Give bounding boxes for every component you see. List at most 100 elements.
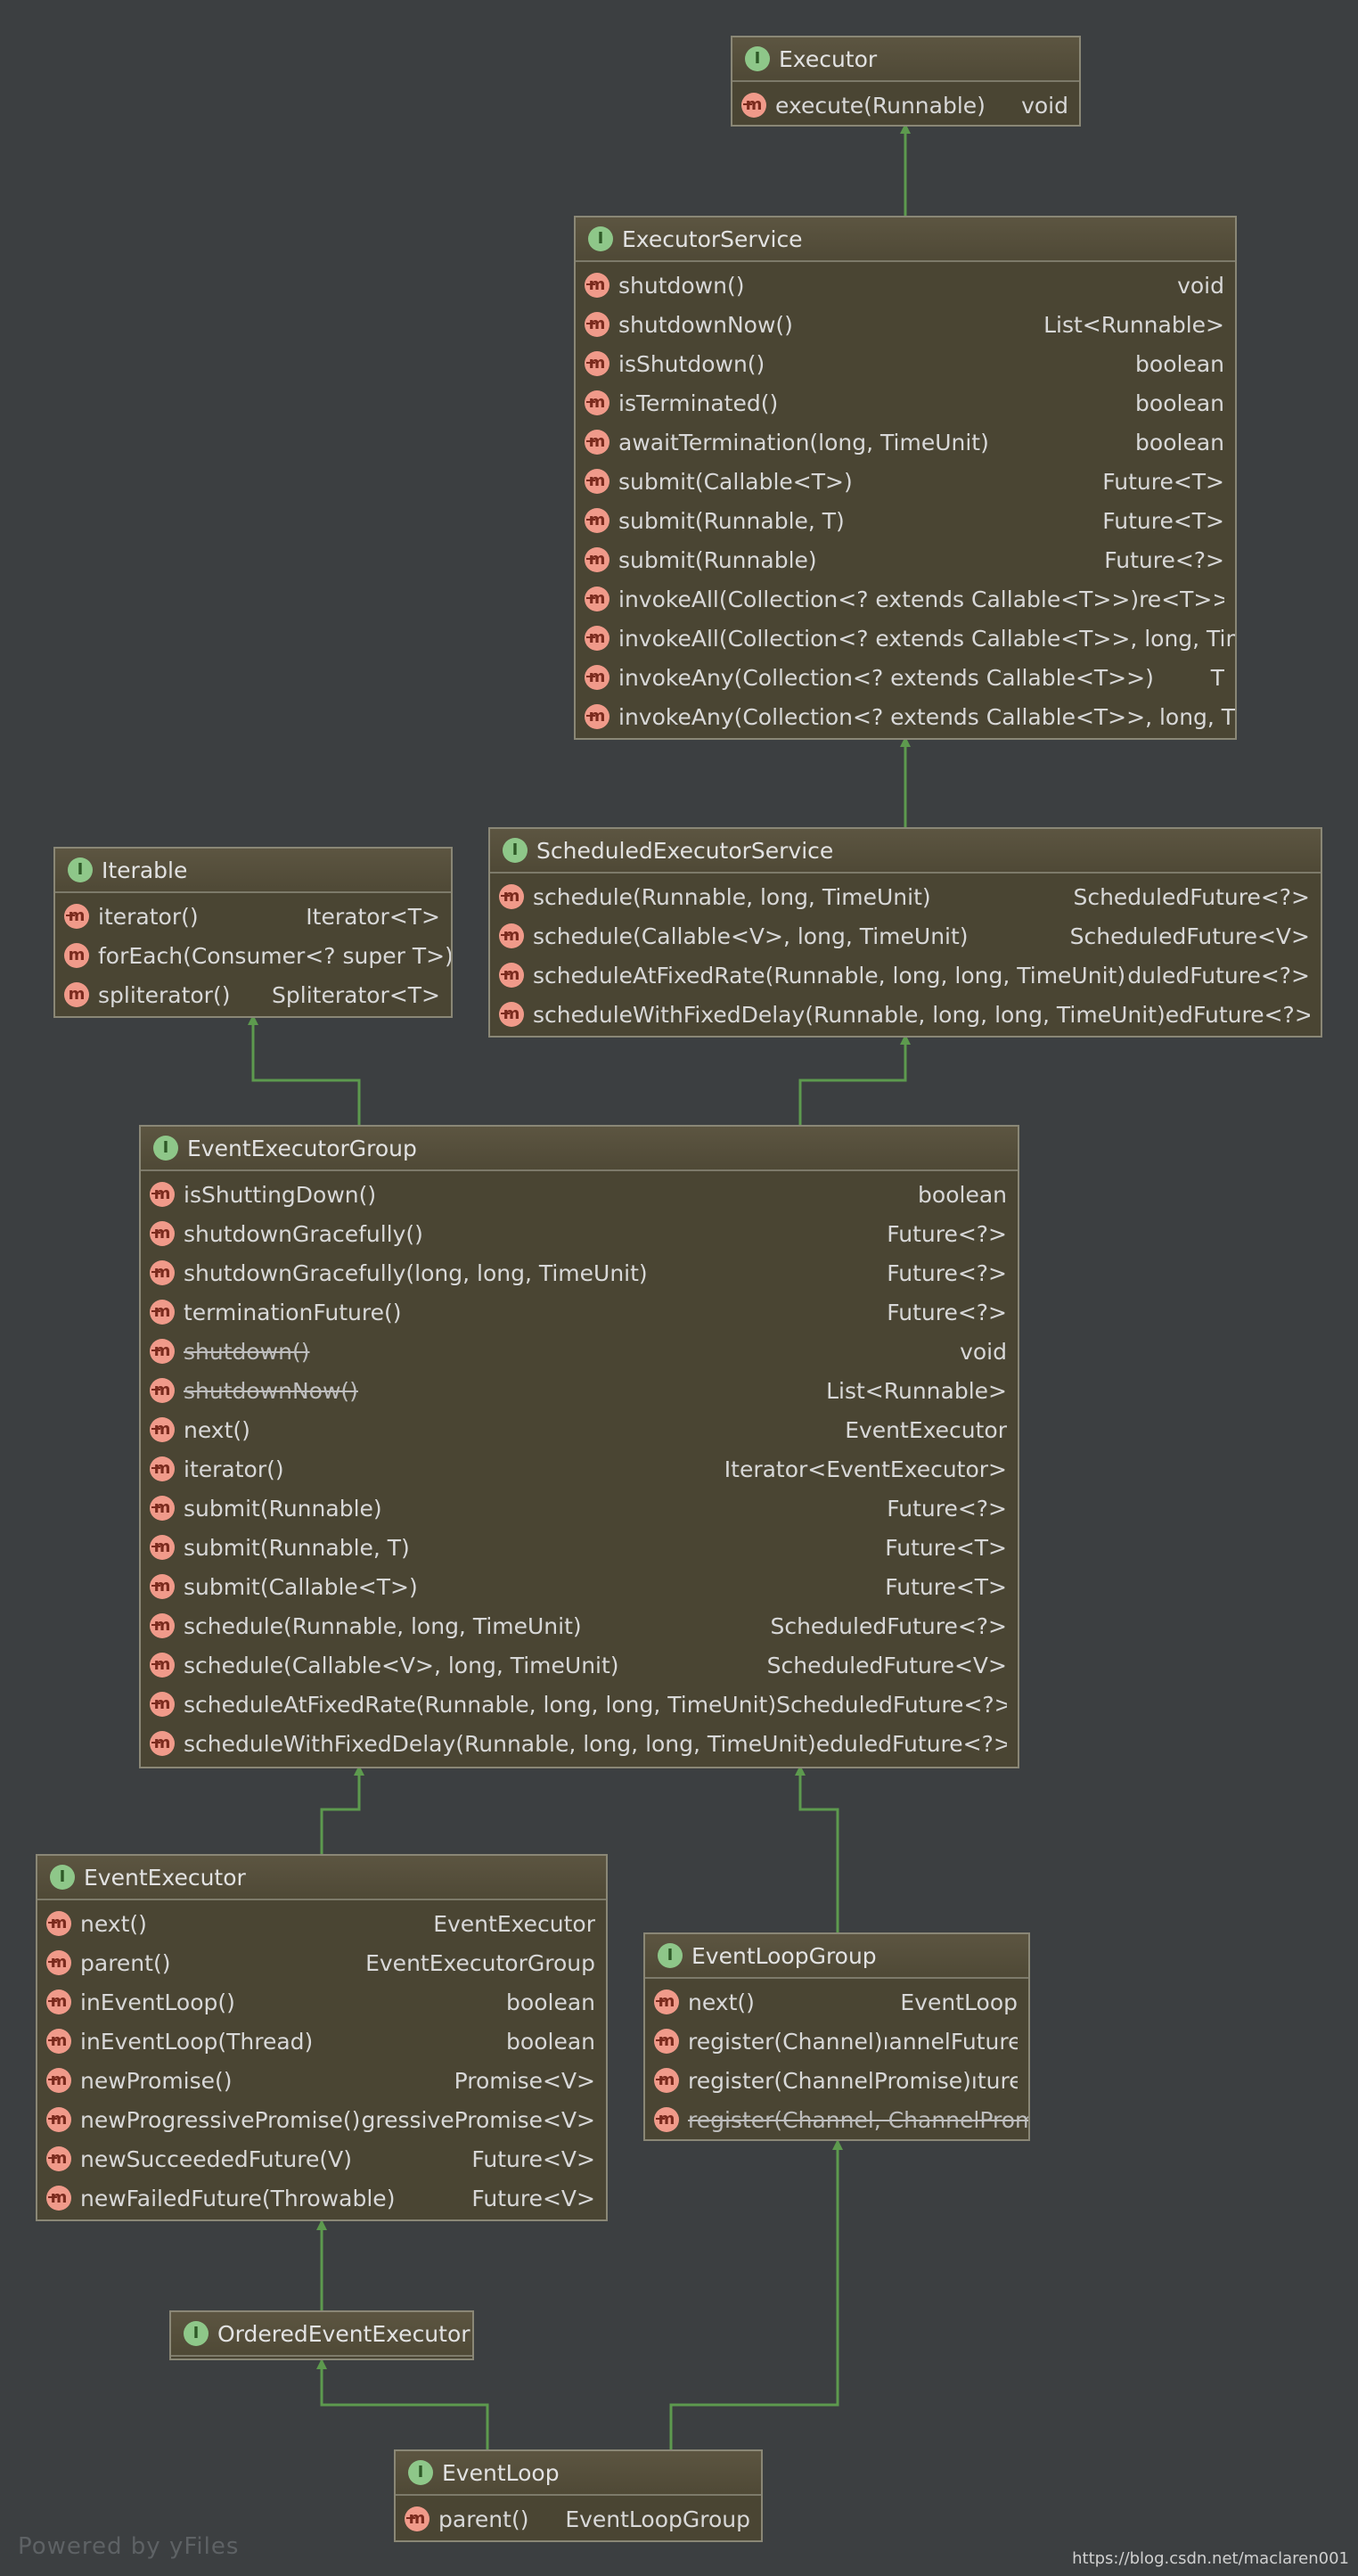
edge-eventexecutor-to-eventexecutorgroup — [320, 1765, 364, 1854]
method-row[interactable]: m isTerminated() boolean — [576, 383, 1235, 422]
method-row[interactable]: m next() EventExecutor — [37, 1904, 606, 1943]
node-title: EventLoop — [442, 2459, 560, 2486]
method-row[interactable]: m schedule(Callable<V>, long, TimeUnit) Sc… — [141, 1645, 1018, 1685]
method-return-type: T — [1210, 664, 1224, 691]
method-row[interactable]: m shutdown() void — [576, 266, 1235, 305]
method-row[interactable]: m inEventLoop() boolean — [37, 1982, 606, 2022]
method-row[interactable]: m scheduleAtFixedRate(Runnable, long, lon… — [141, 1685, 1018, 1724]
method-row[interactable]: m next() EventExecutor — [141, 1410, 1018, 1449]
method-row[interactable]: m next() EventLoop — [645, 1982, 1028, 2022]
method-return-type: re<T>> — [1139, 586, 1224, 612]
abstract-method-icon: m — [46, 2107, 71, 2132]
method-row[interactable]: m submit(Callable<T>) Future<T> — [141, 1567, 1018, 1606]
method-row[interactable]: m newPromise() Promise<V> — [37, 2061, 606, 2100]
method-name: execute(Runnable) — [775, 92, 986, 119]
method-row[interactable]: m shutdownGracefully(long, long, TimeUnit… — [141, 1253, 1018, 1292]
method-return-type: Future<?> — [887, 1259, 1007, 1286]
method-row[interactable]: m scheduleWithFixedDelay(Runnable, long, … — [490, 995, 1321, 1034]
method-row[interactable]: m shutdown() void — [141, 1332, 1018, 1371]
method-row[interactable]: m iterator() Iterator<T> — [55, 897, 451, 936]
method-row[interactable]: m submit(Runnable) Future<?> — [576, 540, 1235, 579]
method-row[interactable]: m newFailedFuture(Throwable) Future<V> — [37, 2178, 606, 2218]
method-row[interactable]: m invokeAll(Collection<? extends Callable… — [576, 579, 1235, 619]
method-row[interactable]: m newProgressivePromise() gressivePromise<… — [37, 2100, 606, 2139]
method-name: shutdown() — [618, 272, 745, 299]
method-row[interactable]: m invokeAll(Collection<? extends Callable… — [576, 619, 1235, 658]
method-return-type: void — [1177, 272, 1224, 299]
method-row[interactable]: m execute(Runnable) void — [732, 86, 1079, 125]
method-name: next() — [184, 1416, 250, 1443]
method-row[interactable]: m isShutdown() boolean — [576, 344, 1235, 383]
method-row[interactable]: m spliterator() Spliterator<T> — [55, 975, 451, 1014]
method-name: invokeAll(Collection<? extends Callable<… — [618, 586, 1140, 612]
abstract-method-icon: m — [585, 547, 609, 572]
method-row[interactable]: m submit(Callable<T>) Future<T> — [576, 462, 1235, 501]
abstract-method-icon: m — [46, 2068, 71, 2093]
method-row[interactable]: m newSucceededFuture(V) Future<V> — [37, 2139, 606, 2178]
node-executor[interactable]: I Executor m execute(Runnable) void — [731, 36, 1081, 127]
interface-icon: I — [503, 838, 528, 863]
method-row[interactable]: m shutdownGracefully() Future<?> — [141, 1214, 1018, 1253]
method-return-type: EventLoopGroup — [565, 2506, 750, 2532]
method-row[interactable]: m inEventLoop(Thread) boolean — [37, 2022, 606, 2061]
method-return-type: boolean — [506, 2028, 595, 2055]
method-row[interactable]: m submit(Runnable, T) Future<T> — [141, 1528, 1018, 1567]
method-row[interactable]: m invokeAny(Collection<? extends Callable… — [576, 658, 1235, 697]
method-return-type: gressivePromise<V> — [361, 2106, 595, 2133]
method-return-type: boolean — [918, 1181, 1007, 1208]
method-row[interactable]: m submit(Runnable, T) Future<T> — [576, 501, 1235, 540]
interface-icon: I — [408, 2460, 433, 2485]
method-row[interactable]: m submit(Runnable) Future<?> — [141, 1489, 1018, 1528]
abstract-method-icon: m — [585, 587, 609, 611]
method-row[interactable]: m register(Channel, ChannelProm — [645, 2100, 1028, 2139]
abstract-method-icon: m — [46, 2146, 71, 2171]
method-return-type: Iterator<T> — [306, 903, 440, 930]
abstract-method-icon: m — [150, 1574, 175, 1599]
method-row[interactable]: m scheduleWithFixedDelay(Runnable, long, … — [141, 1724, 1018, 1763]
abstract-method-icon: m — [150, 1182, 175, 1207]
node-event-loop-group[interactable]: I EventLoopGroup m next() EventLoop m register… — [643, 1932, 1030, 2141]
method-row[interactable]: m invokeAny(Collection<? extends Callable… — [576, 697, 1235, 736]
method-row[interactable]: m schedule(Runnable, long, TimeUnit) Sched… — [490, 877, 1321, 916]
node-header: I EventLoopGroup — [645, 1934, 1028, 1979]
node-header: I ScheduledExecutorService — [490, 829, 1321, 874]
method-list: m parent() EventLoopGroup — [396, 2496, 761, 2539]
node-scheduled-executor-service[interactable]: I ScheduledExecutorService m schedule(Runna… — [488, 827, 1322, 1038]
method-name: scheduleAtFixedRate(Runnable, long, long… — [184, 1691, 777, 1718]
abstract-method-icon: m — [499, 884, 524, 909]
method-row[interactable]: m iterator() Iterator<EventExecutor> — [141, 1449, 1018, 1489]
method-row[interactable]: m shutdownNow() List<Runnable> — [141, 1371, 1018, 1410]
method-row[interactable]: m schedule(Runnable, long, TimeUnit) Sched… — [141, 1606, 1018, 1645]
method-row[interactable]: m parent() EventLoopGroup — [396, 2499, 761, 2539]
node-ordered-event-executor[interactable]: I OrderedEventExecutor — [169, 2310, 474, 2360]
method-name: isTerminated() — [618, 390, 779, 416]
method-row[interactable]: m awaitTermination(long, TimeUnit) boolean — [576, 422, 1235, 462]
method-return-type: Future<T> — [885, 1573, 1007, 1600]
node-iterable[interactable]: I Iterable m iterator() Iterator<T> m forEach(… — [53, 847, 453, 1018]
edge-eventloop-to-ordered — [316, 2359, 489, 2449]
method-name: submit(Runnable, T) — [184, 1534, 410, 1561]
method-name: invokeAny(Collection<? extends Callable<… — [618, 703, 1236, 730]
method-row[interactable]: m forEach(Consumer<? super T>) — [55, 936, 451, 975]
method-row[interactable]: m schedule(Callable<V>, long, TimeUnit) Sc… — [490, 916, 1321, 956]
node-executor-service[interactable]: I ExecutorService m shutdown() void m shutdown… — [574, 216, 1237, 740]
method-row[interactable]: m parent() EventExecutorGroup — [37, 1943, 606, 1982]
method-row[interactable]: m isShuttingDown() boolean — [141, 1175, 1018, 1214]
abstract-method-icon: m — [150, 1456, 175, 1481]
node-event-loop[interactable]: I EventLoop m parent() EventLoopGroup — [394, 2449, 763, 2542]
method-return-type: Future<T> — [1102, 468, 1224, 495]
method-return-type: Future<T> — [885, 1534, 1007, 1561]
node-event-executor-group[interactable]: I EventExecutorGroup m isShuttingDown() bool… — [139, 1125, 1019, 1768]
method-name: spliterator() — [98, 981, 231, 1008]
abstract-method-icon: m — [585, 469, 609, 494]
abstract-method-icon: m — [585, 704, 609, 729]
method-row[interactable]: m register(Channel) ıannelFuture — [645, 2022, 1028, 2061]
method-row[interactable]: m shutdownNow() List<Runnable> — [576, 305, 1235, 344]
abstract-method-icon: m — [150, 1535, 175, 1560]
method-row[interactable]: m register(ChannelPromise) ıture — [645, 2061, 1028, 2100]
method-name: shutdownNow() — [184, 1377, 358, 1404]
method-row[interactable]: m terminationFuture() Future<?> — [141, 1292, 1018, 1332]
method-row[interactable]: m scheduleAtFixedRate(Runnable, long, lon… — [490, 956, 1321, 995]
node-title: EventLoopGroup — [691, 1942, 877, 1969]
node-event-executor[interactable]: I EventExecutor m next() EventExecutor m paren… — [36, 1854, 608, 2221]
